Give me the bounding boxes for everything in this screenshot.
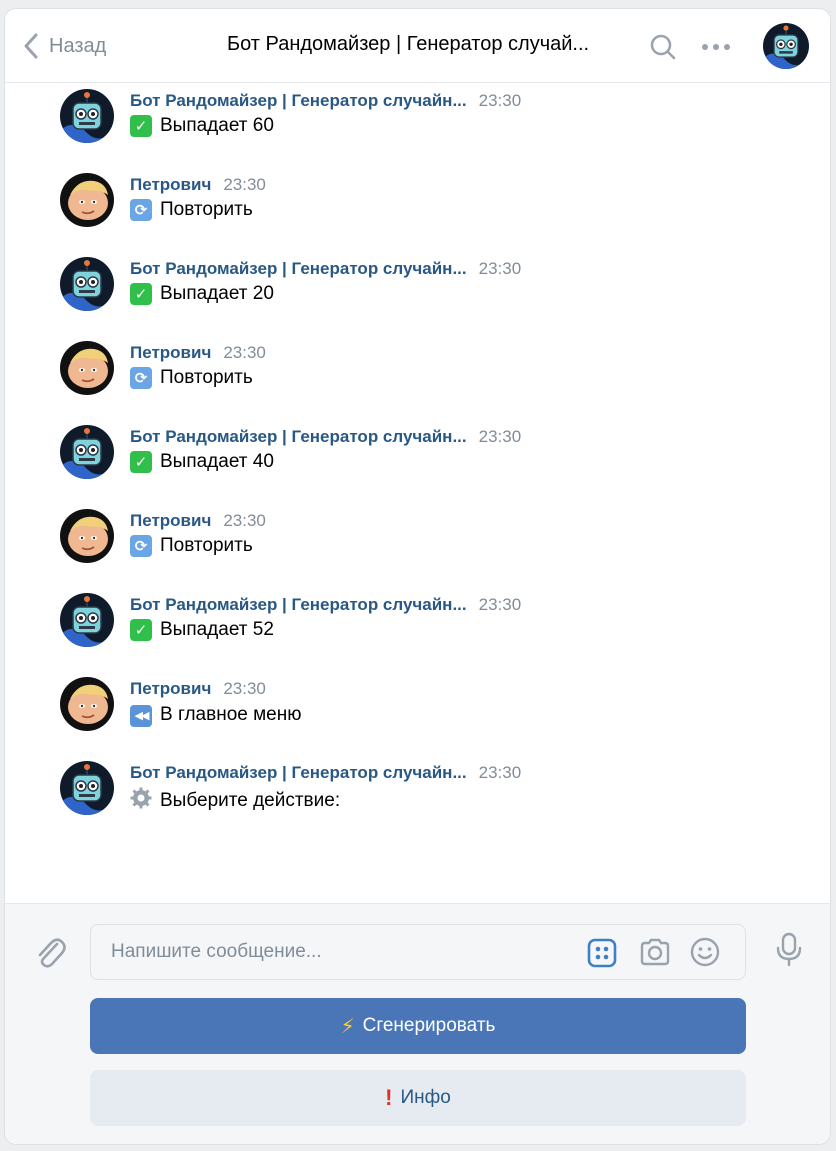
gear-icon xyxy=(130,787,152,815)
message-time: 23:30 xyxy=(478,427,522,446)
message-item[interactable]: Бот Рандомайзер | Генератор случайн... 23… xyxy=(60,85,760,169)
message-body: Выпадает 52 xyxy=(160,619,274,640)
bot-keyboard-icon[interactable] xyxy=(587,938,617,973)
rewind-icon: ◀◀ xyxy=(130,703,152,727)
message-time: 23:30 xyxy=(223,343,266,362)
message-body: Выберите действие: xyxy=(160,790,341,811)
repeat-icon: ⟳ xyxy=(130,367,152,389)
message-input-box xyxy=(90,924,746,980)
message-author[interactable]: Бот Рандомайзер | Генератор случайн... xyxy=(130,427,467,447)
message-author[interactable]: Петрович xyxy=(130,175,211,195)
message-meta: Бот Рандомайзер | Генератор случайн... 23… xyxy=(130,259,521,283)
bot-avatar[interactable] xyxy=(60,425,114,479)
message-body: Повторить xyxy=(160,199,253,220)
chat-header: Назад Бот Рандомайзер | Генератор случай… xyxy=(5,9,830,83)
info-button[interactable]: ! Инфо xyxy=(90,1070,746,1126)
message-body: Выпадает 20 xyxy=(160,283,274,304)
message-time: 23:30 xyxy=(478,91,522,110)
check-mark-icon: ✓ xyxy=(130,283,152,305)
check-mark-icon: ✓ xyxy=(130,619,152,641)
message-text: ⟳ Повторить xyxy=(130,199,253,221)
message-body: Повторить xyxy=(160,535,253,556)
message-time: 23:30 xyxy=(223,511,266,530)
generate-button[interactable]: ⚡ Сгенерировать xyxy=(90,998,746,1054)
check-mark-icon: ✓ xyxy=(130,451,152,473)
exclamation-icon: ! xyxy=(385,1085,393,1110)
message-author[interactable]: Петрович xyxy=(130,679,211,699)
message-item[interactable]: Петрович 23:30 ⟳ Повторить xyxy=(60,337,760,421)
bot-avatar[interactable] xyxy=(60,257,114,311)
check-mark-icon: ✓ xyxy=(130,115,152,137)
message-time: 23:30 xyxy=(478,259,522,278)
message-meta: Бот Рандомайзер | Генератор случайн... 23… xyxy=(130,427,521,451)
smile-icon[interactable] xyxy=(689,936,721,973)
message-item[interactable]: Бот Рандомайзер | Генератор случайн... 23… xyxy=(60,589,760,673)
message-item[interactable]: Бот Рандомайзер | Генератор случайн... 23… xyxy=(60,253,760,337)
chat-title[interactable]: Бот Рандомайзер | Генератор случай... xyxy=(227,33,617,56)
message-body: Выпадает 60 xyxy=(160,115,274,136)
user-avatar[interactable] xyxy=(60,341,114,395)
message-text: ⟳ Повторить xyxy=(130,535,253,557)
message-text: ✓ Выпадает 60 xyxy=(130,115,274,137)
message-time: 23:30 xyxy=(478,763,522,782)
message-text: ✓ Выпадает 52 xyxy=(130,619,274,641)
message-body: Повторить xyxy=(160,367,253,388)
repeat-icon: ⟳ xyxy=(130,199,152,221)
lightning-icon: ⚡ xyxy=(340,1015,355,1038)
message-time: 23:30 xyxy=(223,679,266,698)
message-text: ⟳ Повторить xyxy=(130,367,253,389)
message-meta: Бот Рандомайзер | Генератор случайн... 23… xyxy=(130,763,521,787)
user-avatar[interactable] xyxy=(60,677,114,731)
message-meta: Петрович 23:30 xyxy=(130,343,266,367)
bot-avatar[interactable] xyxy=(60,89,114,143)
bot-avatar[interactable] xyxy=(60,761,114,815)
back-label: Назад xyxy=(49,34,107,57)
user-avatar[interactable] xyxy=(60,509,114,563)
user-avatar[interactable] xyxy=(60,173,114,227)
back-button[interactable]: Назад xyxy=(23,31,106,61)
message-item[interactable]: Петрович 23:30 ⟳ Повторить xyxy=(60,505,760,589)
message-text: Выберите действие: xyxy=(130,787,340,815)
message-body: В главное меню xyxy=(160,703,302,725)
chevron-left-icon xyxy=(24,33,38,59)
message-time: 23:30 xyxy=(223,175,266,194)
message-meta: Петрович 23:30 xyxy=(130,175,266,199)
message-item[interactable]: Бот Рандомайзер | Генератор случайн... 23… xyxy=(60,421,760,505)
message-input[interactable] xyxy=(91,925,571,979)
repeat-icon: ⟳ xyxy=(130,535,152,557)
generate-button-label: Сгенерировать xyxy=(362,1015,496,1036)
info-button-label: Инфо xyxy=(400,1087,451,1108)
message-item[interactable]: Бот Рандомайзер | Генератор случайн... 23… xyxy=(60,757,760,841)
message-author[interactable]: Бот Рандомайзер | Генератор случайн... xyxy=(130,595,467,615)
message-item[interactable]: Петрович 23:30 ◀◀ В главное меню xyxy=(60,673,760,757)
camera-icon[interactable] xyxy=(639,937,671,972)
message-text: ✓ Выпадает 40 xyxy=(130,451,274,473)
message-text: ◀◀ В главное меню xyxy=(130,703,302,727)
composer: ⚡ Сгенерировать ! Инфо xyxy=(5,903,830,1144)
message-meta: Петрович 23:30 xyxy=(130,511,266,535)
bot-avatar[interactable] xyxy=(763,23,809,69)
more-icon[interactable] xyxy=(701,37,731,62)
message-text: ✓ Выпадает 20 xyxy=(130,283,274,305)
message-author[interactable]: Бот Рандомайзер | Генератор случайн... xyxy=(130,763,467,783)
message-author[interactable]: Петрович xyxy=(130,343,211,363)
microphone-icon[interactable] xyxy=(775,932,803,973)
message-time: 23:30 xyxy=(478,595,522,614)
message-meta: Бот Рандомайзер | Генератор случайн... 23… xyxy=(130,595,521,619)
search-icon[interactable] xyxy=(649,33,677,66)
message-author[interactable]: Петрович xyxy=(130,511,211,531)
paperclip-icon[interactable] xyxy=(33,934,67,975)
chat-window: Назад Бот Рандомайзер | Генератор случай… xyxy=(4,8,831,1145)
bot-avatar[interactable] xyxy=(60,593,114,647)
message-author[interactable]: Бот Рандомайзер | Генератор случайн... xyxy=(130,91,467,111)
message-meta: Петрович 23:30 xyxy=(130,679,266,703)
message-item[interactable]: Петрович 23:30 ⟳ Повторить xyxy=(60,169,760,253)
message-body: Выпадает 40 xyxy=(160,451,274,472)
message-author[interactable]: Бот Рандомайзер | Генератор случайн... xyxy=(130,259,467,279)
message-meta: Бот Рандомайзер | Генератор случайн... 23… xyxy=(130,91,521,115)
